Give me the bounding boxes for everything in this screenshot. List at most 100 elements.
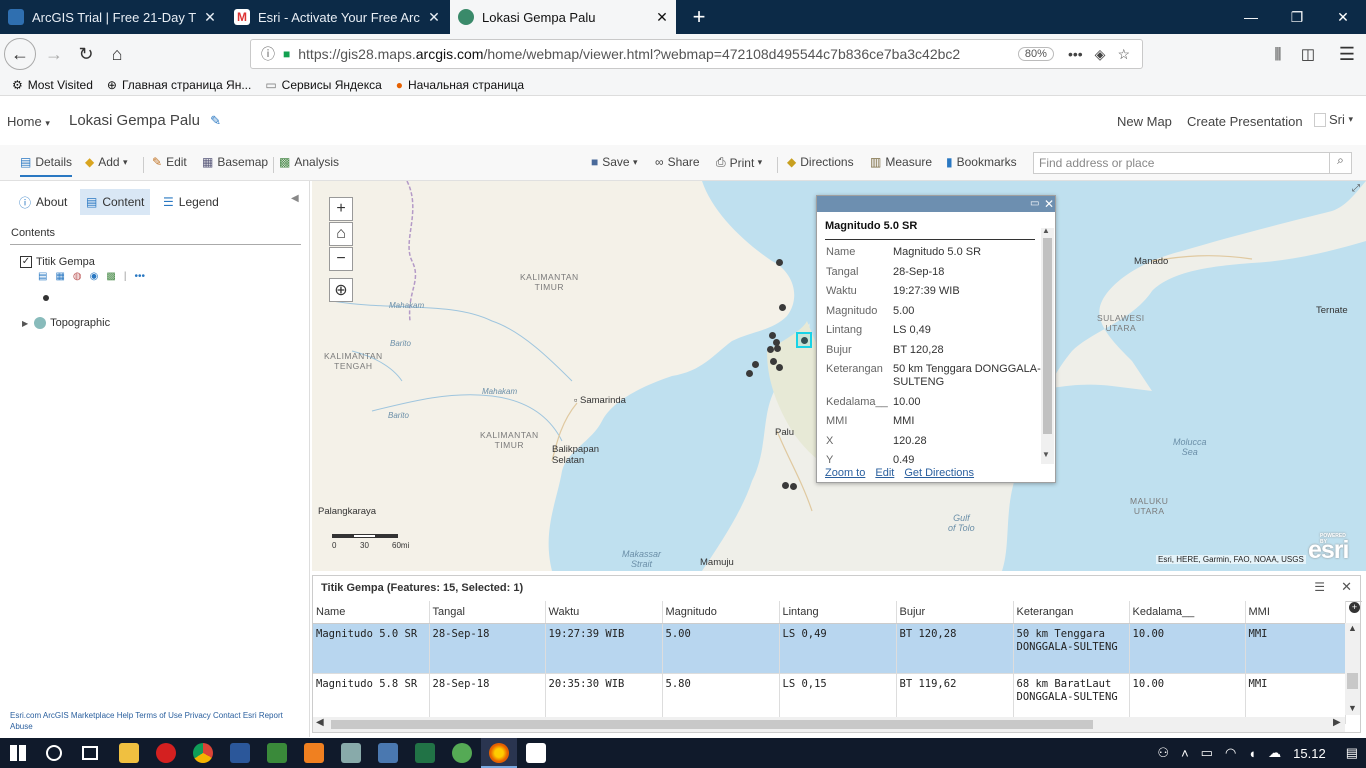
- search-icon[interactable]: ⌕: [1329, 153, 1351, 173]
- url-bar[interactable]: ⓘ ■ https://gis28.maps.arcgis.com/home/w…: [250, 39, 1143, 69]
- back-icon[interactable]: ←: [4, 38, 36, 70]
- column-header[interactable]: Keterangan: [1013, 601, 1130, 624]
- info-icon[interactable]: ⓘ: [261, 44, 275, 64]
- zoom-in-button[interactable]: +: [329, 197, 353, 221]
- style-icon[interactable]: ◍: [73, 271, 82, 282]
- bookmark-most-visited[interactable]: ⚙ Most Visited: [12, 78, 93, 92]
- word-icon[interactable]: [230, 743, 250, 763]
- add-column-icon[interactable]: +: [1349, 602, 1360, 613]
- close-icon[interactable]: ✕: [648, 9, 676, 26]
- excel-icon[interactable]: [415, 743, 435, 763]
- app-icon[interactable]: [304, 743, 324, 763]
- bookmark-yandex-home[interactable]: ⊕ Главная страница Ян...: [107, 78, 251, 92]
- earthquake-point[interactable]: [779, 304, 786, 311]
- new-map-link[interactable]: New Map: [1117, 114, 1172, 129]
- fullscreen-icon[interactable]: ⤢: [1352, 183, 1360, 194]
- arcmap-icon[interactable]: [267, 743, 287, 763]
- share-button[interactable]: ∞ Share: [655, 155, 700, 169]
- close-icon[interactable]: ✕: [420, 9, 448, 26]
- tab-legend[interactable]: ☰ Legend: [157, 189, 225, 215]
- app-icon[interactable]: [341, 743, 361, 763]
- bookmark-start-page[interactable]: ● Начальная страница: [396, 78, 524, 92]
- expand-icon[interactable]: ▶: [22, 319, 28, 328]
- library-icon[interactable]: ⫼: [1262, 38, 1294, 70]
- filter-icon[interactable]: ◉: [90, 271, 99, 282]
- task-view-icon[interactable]: [82, 746, 98, 760]
- layer-titik-gempa[interactable]: ✓ Titik Gempa: [20, 256, 95, 268]
- add-button[interactable]: ◆ Add ▾: [85, 155, 127, 169]
- earthquake-point[interactable]: [746, 370, 753, 377]
- clock[interactable]: 15.12: [1293, 746, 1326, 761]
- cortana-icon[interactable]: [46, 745, 62, 761]
- create-presentation-link[interactable]: Create Presentation: [1187, 114, 1303, 129]
- tab-lokasi-gempa[interactable]: Lokasi Gempa Palu ✕: [450, 0, 676, 34]
- onedrive-icon[interactable]: ☁: [1268, 745, 1281, 761]
- scroll-up-icon[interactable]: ▲: [1348, 623, 1357, 633]
- qgis-icon[interactable]: [452, 743, 472, 763]
- user-menu[interactable]: Sri ▾: [1314, 112, 1353, 127]
- column-header[interactable]: Tangal: [429, 601, 546, 624]
- collapse-panel-icon[interactable]: ◀: [291, 193, 299, 204]
- print-button[interactable]: ⎙ Print ▾: [716, 155, 762, 170]
- tab-content[interactable]: ▤ Content: [80, 189, 151, 215]
- analysis-icon[interactable]: ▩: [106, 271, 115, 282]
- bookmarks-button[interactable]: ▮ Bookmarks: [946, 155, 1017, 169]
- table-horizontal-scrollbar[interactable]: ◀ ▶: [313, 717, 1345, 732]
- earthquake-point[interactable]: [767, 346, 774, 353]
- save-button[interactable]: ■ Save ▾: [591, 155, 637, 169]
- edit-link[interactable]: Edit: [875, 467, 894, 479]
- pocket-icon[interactable]: ◈: [1095, 46, 1106, 63]
- column-header[interactable]: Waktu: [545, 601, 663, 624]
- column-header[interactable]: Magnitudo: [662, 601, 780, 624]
- zoom-level[interactable]: 80%: [1017, 47, 1054, 61]
- earthquake-point[interactable]: [776, 259, 783, 266]
- column-header[interactable]: Bujur: [896, 601, 1014, 624]
- home-extent-button[interactable]: ⌂: [329, 222, 353, 246]
- tab-esri-activate[interactable]: M Esri - Activate Your Free ArcGIS ✕: [226, 0, 448, 34]
- new-tab-icon[interactable]: +: [676, 0, 722, 34]
- table-row[interactable]: Magnitudo 5.8 SR 28-Sep-18 20:35:30 WIB 5.8…: [313, 673, 1346, 724]
- home-menu[interactable]: Home ▾: [7, 114, 50, 129]
- earthquake-point[interactable]: [776, 364, 783, 371]
- window-close-icon[interactable]: ✕: [1320, 0, 1366, 34]
- earthquake-point[interactable]: [790, 483, 797, 490]
- tab-about[interactable]: ⓘ About: [13, 189, 73, 215]
- zoom-to-link[interactable]: Zoom to: [825, 467, 865, 479]
- footer-links[interactable]: Esri.com ArcGIS Marketplace Help Terms o…: [10, 710, 300, 732]
- notifications-icon[interactable]: ▤: [1346, 745, 1358, 761]
- pencil-icon[interactable]: ✎: [210, 113, 221, 128]
- scroll-down-icon[interactable]: ▼: [1042, 450, 1050, 459]
- windows-start-icon[interactable]: [10, 745, 26, 761]
- home-icon[interactable]: ⌂: [101, 38, 133, 70]
- search-input[interactable]: Find address or place ⌕: [1033, 152, 1352, 174]
- locate-button[interactable]: ⊕: [329, 278, 353, 302]
- scrollbar-thumb[interactable]: [1043, 238, 1052, 434]
- tab-arcgis-trial[interactable]: ArcGIS Trial | Free 21-Day Trial ✕: [0, 0, 224, 34]
- column-header[interactable]: Lintang: [779, 601, 897, 624]
- page-actions-icon[interactable]: •••: [1068, 46, 1083, 62]
- zoom-out-button[interactable]: −: [329, 247, 353, 271]
- firefox-icon[interactable]: [489, 743, 509, 763]
- minimize-icon[interactable]: —: [1228, 0, 1274, 34]
- more-options-icon[interactable]: •••: [134, 271, 145, 282]
- details-button[interactable]: ▤ Details: [20, 155, 73, 177]
- close-icon[interactable]: ✕: [1341, 579, 1352, 595]
- earthquake-point[interactable]: [782, 482, 789, 489]
- edit-button[interactable]: ✎ Edit: [152, 155, 187, 169]
- layer-topographic[interactable]: ▶ Topographic: [22, 317, 110, 329]
- close-icon[interactable]: ✕: [196, 9, 224, 26]
- maximize-icon[interactable]: ▭: [1030, 196, 1039, 212]
- restore-icon[interactable]: ❐: [1274, 0, 1320, 34]
- close-icon[interactable]: ✕: [1044, 196, 1054, 212]
- sidebar-icon[interactable]: ◫: [1292, 38, 1324, 70]
- scroll-up-icon[interactable]: ▲: [1042, 226, 1050, 235]
- grid-icon[interactable]: ▦: [55, 271, 64, 282]
- forward-icon[interactable]: →: [38, 38, 70, 70]
- table-icon[interactable]: ▤: [38, 271, 47, 282]
- bookmark-star-icon[interactable]: ☆: [1117, 46, 1130, 63]
- scroll-down-icon[interactable]: ▼: [1348, 703, 1357, 713]
- earthquake-point[interactable]: [774, 345, 781, 352]
- scroll-left-icon[interactable]: ◀: [316, 717, 324, 728]
- get-directions-link[interactable]: Get Directions: [904, 467, 974, 479]
- column-header[interactable]: Kedalama__: [1129, 601, 1246, 624]
